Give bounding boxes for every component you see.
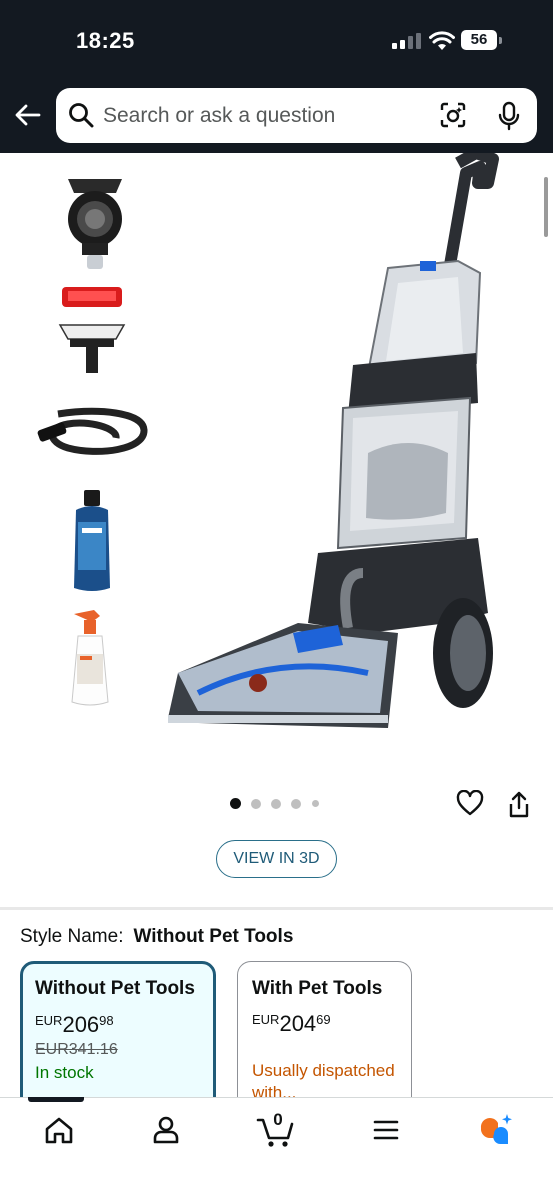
search-bar[interactable] bbox=[56, 88, 537, 143]
price-currency: EUR bbox=[252, 1012, 280, 1027]
list-price: EUR341.16 bbox=[35, 1041, 118, 1058]
price-whole: 206 bbox=[62, 1012, 100, 1037]
style-name-value: Without Pet Tools bbox=[133, 926, 294, 947]
menu-icon[interactable] bbox=[366, 1110, 406, 1150]
accessory-brush-head-image bbox=[68, 179, 122, 269]
product-image-gallery[interactable] bbox=[0, 153, 553, 753]
cart-count: 0 bbox=[273, 1110, 283, 1129]
style-option-with-pet-tools[interactable]: With Pet Tools EUR20469 Usually dispatch… bbox=[237, 961, 412, 1111]
availability-text: In stock bbox=[35, 1063, 94, 1082]
style-option-price: EUR20469 bbox=[252, 1011, 331, 1037]
price-fraction: 98 bbox=[99, 1013, 114, 1028]
active-tab-indicator bbox=[28, 1097, 84, 1102]
price-whole: 204 bbox=[279, 1011, 317, 1036]
style-option-price: EUR20698 bbox=[35, 1012, 114, 1038]
status-time: 18:25 bbox=[76, 28, 135, 53]
heart-icon[interactable] bbox=[456, 790, 484, 816]
cellular-signal-icon bbox=[392, 33, 422, 49]
mic-icon[interactable] bbox=[497, 101, 521, 131]
camera-icon[interactable] bbox=[439, 101, 467, 129]
accessory-upholstery-tool-image bbox=[58, 287, 126, 373]
style-option-without-pet-tools[interactable]: Without Pet Tools EUR20698 EUR341.16 In … bbox=[20, 961, 216, 1111]
share-icon[interactable] bbox=[507, 790, 531, 820]
gallery-scrollbar[interactable] bbox=[544, 177, 548, 237]
pagination-dot[interactable] bbox=[312, 800, 319, 807]
view-in-3d-button[interactable]: VIEW IN 3D bbox=[216, 840, 337, 878]
style-option-title: Without Pet Tools bbox=[35, 978, 195, 999]
battery-indicator: 56 bbox=[461, 30, 497, 50]
stain-spray-bottle-image bbox=[71, 610, 109, 706]
ai-assistant-icon[interactable] bbox=[476, 1110, 516, 1150]
style-name-label: Style Name: bbox=[20, 926, 124, 947]
cart-tab[interactable]: 0 bbox=[254, 1108, 298, 1152]
search-input[interactable] bbox=[103, 88, 423, 143]
account-icon[interactable] bbox=[146, 1110, 186, 1150]
cleaning-solution-bottle-image bbox=[74, 490, 110, 591]
wifi-icon bbox=[429, 31, 455, 50]
style-option-title: With Pet Tools bbox=[252, 978, 383, 999]
price-fraction: 69 bbox=[316, 1012, 331, 1027]
pagination-dot[interactable] bbox=[271, 799, 281, 809]
pagination-dot[interactable] bbox=[251, 799, 261, 809]
accessory-hose-image bbox=[37, 407, 148, 455]
app-header: 18:25 56 bbox=[0, 0, 553, 153]
pagination-dot[interactable] bbox=[291, 799, 301, 809]
back-arrow-icon[interactable] bbox=[13, 100, 43, 130]
section-divider bbox=[0, 907, 553, 910]
home-icon[interactable] bbox=[39, 1110, 79, 1150]
style-name-row: Style Name: Without Pet Tools bbox=[20, 926, 293, 948]
battery-tip bbox=[499, 37, 502, 44]
price-currency: EUR bbox=[35, 1013, 63, 1028]
pagination-dot-active[interactable] bbox=[230, 798, 241, 809]
search-icon bbox=[69, 103, 94, 128]
product-main-image bbox=[168, 153, 499, 728]
